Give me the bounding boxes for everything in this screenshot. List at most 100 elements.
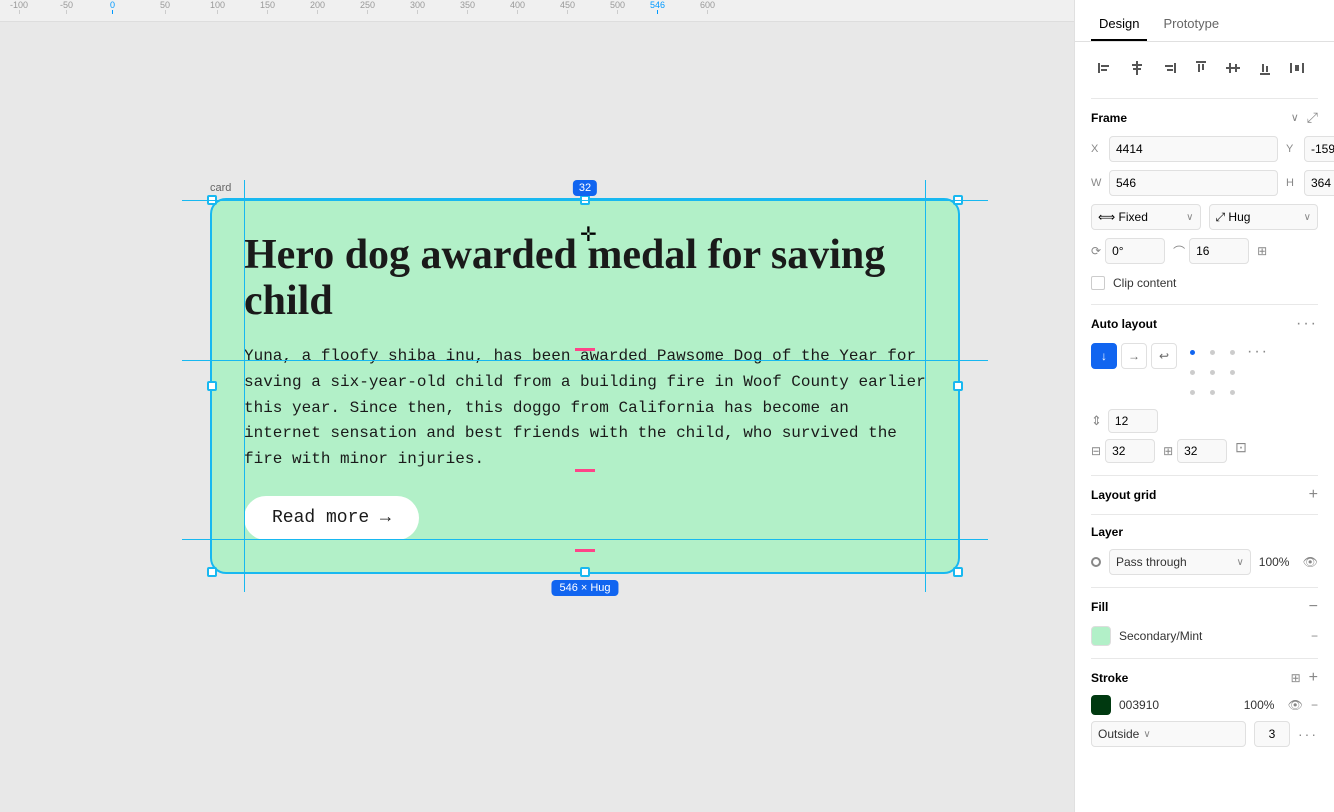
move-cursor: ✛ <box>580 222 597 247</box>
stroke-more-options[interactable]: ··· <box>1298 726 1318 742</box>
align-center-h-icon[interactable] <box>1123 54 1151 82</box>
clip-content-row: Clip content <box>1091 276 1318 290</box>
dir-right-btn[interactable]: → <box>1121 343 1147 369</box>
dot-tr[interactable] <box>1223 343 1241 361</box>
layer-title: Layer <box>1091 525 1123 539</box>
dir-wrap-btn[interactable]: ↩ <box>1151 343 1177 369</box>
stroke-options-row: Outside ∨ ··· <box>1091 721 1318 747</box>
y-input[interactable] <box>1304 136 1334 162</box>
stroke-visibility[interactable]: 👁 <box>1288 698 1303 712</box>
align-top-icon[interactable] <box>1187 54 1215 82</box>
rotation-corner-row: ⟳ ⌒ ⊞ <box>1091 238 1318 264</box>
corner-individual-field: ⊞ <box>1257 238 1318 264</box>
gap-icon: ⇕ <box>1091 413 1102 429</box>
rotation-input[interactable] <box>1105 238 1165 264</box>
dot-mc[interactable] <box>1203 363 1221 381</box>
padding-v-group: ⊞ <box>1163 439 1227 463</box>
alignment-dot-grid <box>1183 343 1241 401</box>
ruler-mark: 450 <box>560 0 575 14</box>
divider-2 <box>1091 304 1318 305</box>
dir-down-btn[interactable]: ↓ <box>1091 343 1117 369</box>
read-more-button[interactable]: Read more → <box>244 496 419 540</box>
layout-grid-title: Layout grid <box>1091 488 1156 502</box>
corner-individual-icon[interactable]: ⊞ <box>1257 244 1267 258</box>
dot-br[interactable] <box>1223 383 1241 401</box>
stroke-layout-icon[interactable]: ⊞ <box>1291 671 1301 685</box>
guide-content-bottom <box>182 360 988 361</box>
gap-input[interactable] <box>1108 409 1158 433</box>
canvas: -100 -50 0 50 100 150 200 250 300 350 40… <box>0 0 1074 812</box>
dot-tc[interactable] <box>1203 343 1221 361</box>
xy-row: X Y <box>1091 136 1318 162</box>
fill-swatch[interactable] <box>1091 626 1111 646</box>
expand-icon[interactable]: ∨ <box>1291 111 1299 124</box>
rotation-icon: ⟳ <box>1091 244 1101 258</box>
stroke-hex: 003910 <box>1119 698 1236 712</box>
clip-content-checkbox[interactable] <box>1091 276 1105 290</box>
distribute-icon[interactable] <box>1283 54 1311 82</box>
resize-icon[interactable]: ⤢ <box>1307 109 1318 126</box>
dot-bc[interactable] <box>1203 383 1221 401</box>
align-left-icon[interactable] <box>1091 54 1119 82</box>
ruler-mark: 50 <box>160 0 170 14</box>
stroke-weight-input[interactable] <box>1254 721 1290 747</box>
y-field-group: Y <box>1286 136 1334 162</box>
wh-row: W H <box>1091 170 1318 196</box>
auto-layout-menu[interactable]: ··· <box>1296 315 1318 333</box>
stroke-minus[interactable]: − <box>1311 698 1318 712</box>
gap-row: ⇕ <box>1091 409 1318 433</box>
x-input[interactable] <box>1109 136 1278 162</box>
auto-layout-title: Auto layout <box>1091 317 1157 331</box>
blend-mode-dropdown[interactable]: Pass through ∨ <box>1109 549 1251 575</box>
padding-h-icon: ⊟ <box>1091 444 1101 458</box>
padding-individual-icon[interactable]: ⊡ <box>1235 439 1247 463</box>
stroke-swatch[interactable] <box>1091 695 1111 715</box>
stroke-color-row: 003910 100% 👁 − <box>1091 695 1318 715</box>
handle-mid-right[interactable] <box>953 381 963 391</box>
align-right-icon[interactable] <box>1155 54 1183 82</box>
padding-h-input[interactable] <box>1105 439 1155 463</box>
dot-tl[interactable] <box>1183 343 1201 361</box>
divider-1 <box>1091 98 1318 99</box>
w-field-group: W <box>1091 170 1278 196</box>
layer-header: Layer <box>1091 525 1318 539</box>
corner-input[interactable] <box>1189 238 1249 264</box>
h-input[interactable] <box>1304 170 1334 196</box>
tab-prototype[interactable]: Prototype <box>1155 8 1227 41</box>
padding-v-input[interactable] <box>1177 439 1227 463</box>
handle-mid-left[interactable] <box>207 381 217 391</box>
height-mode-dropdown[interactable]: ⤢ Hug ∨ <box>1209 204 1319 230</box>
w-input[interactable] <box>1109 170 1278 196</box>
visibility-toggle[interactable]: 👁 <box>1303 555 1318 569</box>
corner-icon: ⌒ <box>1173 243 1185 260</box>
divider-5 <box>1091 587 1318 588</box>
dot-bl[interactable] <box>1183 383 1201 401</box>
stroke-add[interactable]: + <box>1309 669 1318 687</box>
align-middle-v-icon[interactable] <box>1219 54 1247 82</box>
fill-row-minus[interactable]: − <box>1311 629 1318 643</box>
stroke-opacity: 100% <box>1244 698 1280 712</box>
padding-h-group: ⊟ <box>1091 439 1155 463</box>
h-label: H <box>1286 177 1300 189</box>
handle-bottom-right[interactable] <box>953 567 963 577</box>
ruler-mark-zero: 0 <box>110 0 115 14</box>
fill-minus[interactable]: − <box>1309 598 1318 616</box>
blend-mode-label: Pass through <box>1116 555 1187 569</box>
align-bottom-icon[interactable] <box>1251 54 1279 82</box>
tab-design[interactable]: Design <box>1091 8 1147 41</box>
handle-bottom-mid[interactable] <box>580 567 590 577</box>
fill-name: Secondary/Mint <box>1119 629 1303 643</box>
dot-ml[interactable] <box>1183 363 1201 381</box>
card-frame[interactable]: 32 546 × Hug Hero dog awarded medal for … <box>210 198 960 574</box>
dot-mr[interactable] <box>1223 363 1241 381</box>
auto-layout-dots[interactable]: ··· <box>1247 343 1269 401</box>
sizing-mode-row: ⟺ Fixed ∨ ⤢ Hug ∨ <box>1091 204 1318 230</box>
stroke-title: Stroke <box>1091 671 1128 685</box>
auto-layout-controls: ↓ → ↩ ··· <box>1091 343 1318 401</box>
width-mode-dropdown[interactable]: ⟺ Fixed ∨ <box>1091 204 1201 230</box>
layout-grid-add[interactable]: + <box>1309 486 1318 504</box>
ruler-mark: -50 <box>60 0 73 14</box>
divider-3 <box>1091 475 1318 476</box>
handle-bottom-left[interactable] <box>207 567 217 577</box>
stroke-position-dropdown[interactable]: Outside ∨ <box>1091 721 1246 747</box>
